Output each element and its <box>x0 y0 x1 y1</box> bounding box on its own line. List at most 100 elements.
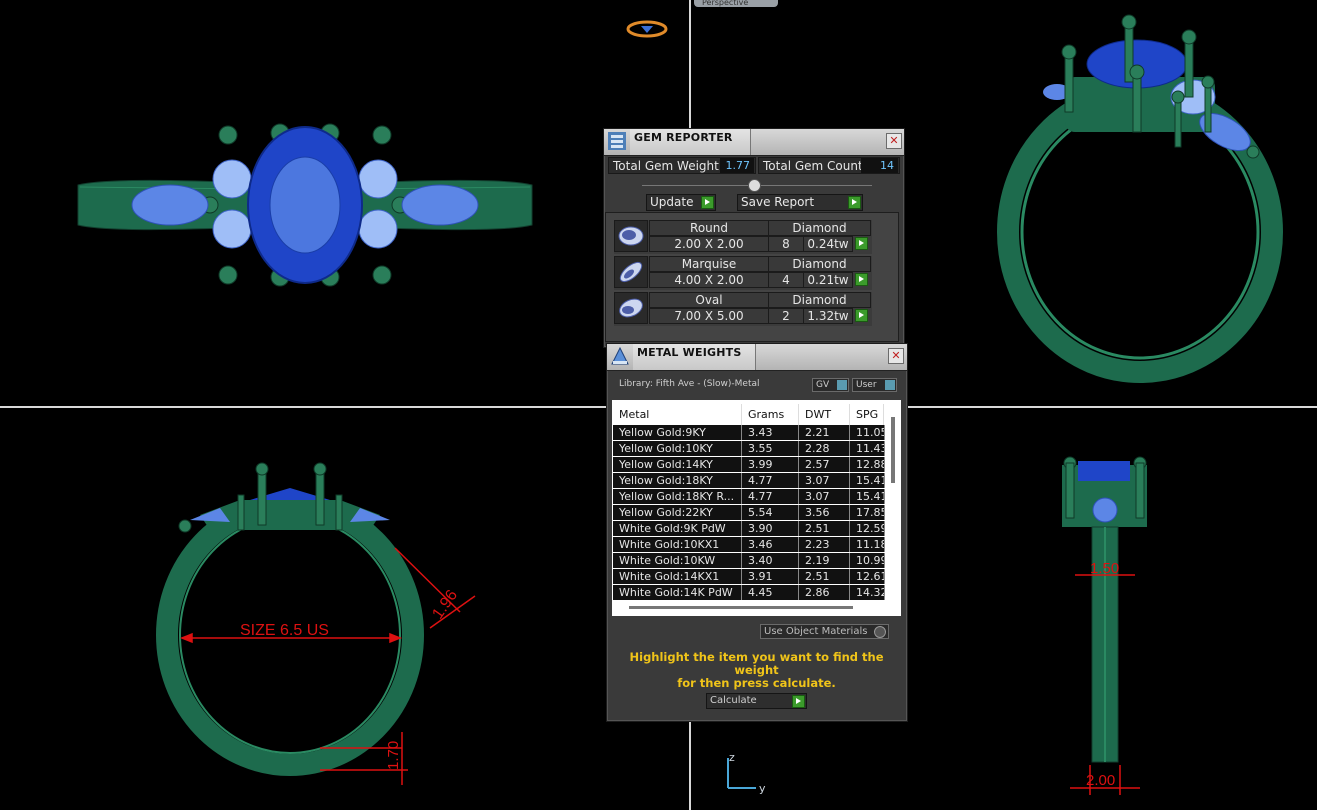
ring-gizmo-icon[interactable] <box>626 18 668 40</box>
metal-table-horizontal-scrollbar[interactable] <box>629 606 853 609</box>
spg-cell: 14.32 <box>850 585 885 600</box>
column-header-dwt[interactable]: DWT <box>799 404 850 426</box>
gem-row-oval[interactable]: Oval Diamond 7.00 X 5.00 2 1.32tw <box>614 292 872 326</box>
dwt-cell: 3.07 <box>799 489 850 504</box>
calculate-button[interactable]: Calculate <box>706 693 807 709</box>
gem-row-marquise-go-button[interactable] <box>855 273 868 286</box>
metal-cell: Yellow Gold:10KY <box>613 441 742 456</box>
user-toggle[interactable]: User <box>852 378 897 392</box>
hint-line-1: Highlight the item you want to find the … <box>629 650 884 677</box>
grams-cell: 3.46 <box>742 537 799 552</box>
gem-row-round[interactable]: Round Diamond 2.00 X 2.00 8 0.24tw <box>614 220 872 254</box>
gv-toggle-label: GV <box>816 380 830 390</box>
gem-shape: Oval <box>649 292 769 308</box>
table-row[interactable]: Yellow Gold:14KY 3.99 2.57 12.88 <box>613 457 885 472</box>
table-row[interactable]: Yellow Gold:22KY 5.54 3.56 17.85 <box>613 505 885 520</box>
table-row[interactable]: Yellow Gold:18KY R... 4.77 3.07 15.41 <box>613 489 885 504</box>
dwt-cell: 3.56 <box>799 505 850 520</box>
grams-cell: 4.45 <box>742 585 799 600</box>
gem-size: 2.00 X 2.00 <box>649 236 769 252</box>
spg-cell: 12.61 <box>850 569 885 584</box>
dwt-cell: 2.57 <box>799 457 850 472</box>
update-button-label: Update <box>650 195 694 209</box>
gem-shape: Round <box>649 220 769 236</box>
metal-cell: White Gold:10KX1 <box>613 537 742 552</box>
metal-cell: White Gold:10KW <box>613 553 742 568</box>
table-row[interactable]: White Gold:10KX1 3.46 2.23 11.18 <box>613 537 885 552</box>
gem-reporter-header[interactable]: GEM REPORTER ✕ <box>604 129 904 156</box>
spg-cell: 11.43 <box>850 441 885 456</box>
gem-type: Diamond <box>768 256 871 272</box>
metal-weights-table: Metal Grams DWT SPG Yellow Gold:9KY 3.43 2… <box>612 400 901 616</box>
axis-y-label: y <box>759 782 766 795</box>
metal-table-vertical-scrollbar[interactable] <box>891 417 895 483</box>
save-report-button-label: Save Report <box>741 195 815 209</box>
dwt-cell: 2.28 <box>799 441 850 456</box>
update-go-icon <box>701 196 714 209</box>
metal-weights-header[interactable]: METAL WEIGHTS ✕ <box>607 344 907 371</box>
table-row[interactable]: White Gold:10KW 3.40 2.19 10.99 <box>613 553 885 568</box>
table-row[interactable]: White Gold:14KX1 3.91 2.51 12.61 <box>613 569 885 584</box>
table-row[interactable]: Yellow Gold:10KY 3.55 2.28 11.43 <box>613 441 885 456</box>
gem-count: 8 <box>768 236 804 252</box>
update-button[interactable]: Update <box>646 194 716 211</box>
metal-weights-title: METAL WEIGHTS <box>637 346 742 359</box>
shank-width-top-dimension: 1.50 <box>1090 560 1119 577</box>
perspective-view-ring[interactable] <box>995 12 1285 384</box>
grams-cell: 3.90 <box>742 521 799 536</box>
spg-cell: 15.41 <box>850 489 885 504</box>
oval-gem-icon <box>619 298 643 318</box>
use-object-materials-label: Use Object Materials <box>764 626 868 637</box>
use-object-materials-toggle[interactable]: Use Object Materials <box>760 624 889 639</box>
gem-row-marquise[interactable]: Marquise Diamond 4.00 X 2.00 4 0.21tw <box>614 256 872 290</box>
gem-count: 2 <box>768 308 804 324</box>
dwt-cell: 2.21 <box>799 425 850 440</box>
front-view-ring[interactable]: SIZE 6.5 US 1.96 1.70 <box>140 460 485 800</box>
metal-cell: Yellow Gold:9KY <box>613 425 742 440</box>
gem-type: Diamond <box>768 292 871 308</box>
table-row[interactable]: Yellow Gold:9KY 3.43 2.21 11.05 <box>613 425 885 440</box>
table-row[interactable]: White Gold:9K PdW 3.90 2.51 12.59 <box>613 521 885 536</box>
gem-count: 4 <box>768 272 804 288</box>
metal-weights-close-button[interactable]: ✕ <box>888 348 904 364</box>
metal-cell: Yellow Gold:18KY <box>613 473 742 488</box>
table-row[interactable]: White Gold:14K PdW 4.45 2.86 14.32 <box>613 585 885 600</box>
column-header-grams[interactable]: Grams <box>742 404 799 426</box>
grams-cell: 3.55 <box>742 441 799 456</box>
save-report-button[interactable]: Save Report <box>737 194 863 211</box>
spg-cell: 12.88 <box>850 457 885 472</box>
gem-reporter-close-button[interactable]: ✕ <box>886 133 902 149</box>
calculate-button-label: Calculate <box>710 695 757 706</box>
gv-toggle[interactable]: GV <box>812 378 849 392</box>
metal-cell: White Gold:9K PdW <box>613 521 742 536</box>
top-view-ring[interactable] <box>70 115 540 295</box>
spg-cell: 11.18 <box>850 537 885 552</box>
column-header-metal[interactable]: Metal <box>613 404 742 426</box>
spg-cell: 15.41 <box>850 473 885 488</box>
total-gem-weight-value: 1.77 <box>720 158 754 173</box>
bottom-thickness-dimension: 1.70 <box>385 741 402 770</box>
collapse-toggle-icon[interactable] <box>748 179 761 192</box>
perspective-viewport-tab[interactable]: Perspective <box>694 0 778 7</box>
total-gem-count-label: Total Gem Count <box>763 159 863 173</box>
gem-reporter-title: GEM REPORTER <box>634 131 733 144</box>
grams-cell: 3.99 <box>742 457 799 472</box>
grams-cell: 5.54 <box>742 505 799 520</box>
hint-line-2: for then press calculate. <box>677 676 836 690</box>
marquise-gem-thumbnail <box>614 256 648 288</box>
table-row[interactable]: Yellow Gold:18KY 4.77 3.07 15.41 <box>613 473 885 488</box>
gem-weight: 0.24tw <box>803 236 853 252</box>
metal-weights-icon <box>611 346 629 365</box>
gem-row-oval-go-button[interactable] <box>855 309 868 322</box>
metal-cell: Yellow Gold:18KY R... <box>613 489 742 504</box>
column-header-spg[interactable]: SPG <box>850 404 884 426</box>
dwt-cell: 2.19 <box>799 553 850 568</box>
axis-indicator: z y <box>727 751 766 795</box>
dwt-cell: 2.23 <box>799 537 850 552</box>
gem-type: Diamond <box>768 220 871 236</box>
dwt-cell: 2.51 <box>799 569 850 584</box>
spg-cell: 17.85 <box>850 505 885 520</box>
side-view-ring[interactable]: 1.50 2.00 <box>1050 455 1160 805</box>
gem-shape: Marquise <box>649 256 769 272</box>
gem-row-round-go-button[interactable] <box>855 237 868 250</box>
